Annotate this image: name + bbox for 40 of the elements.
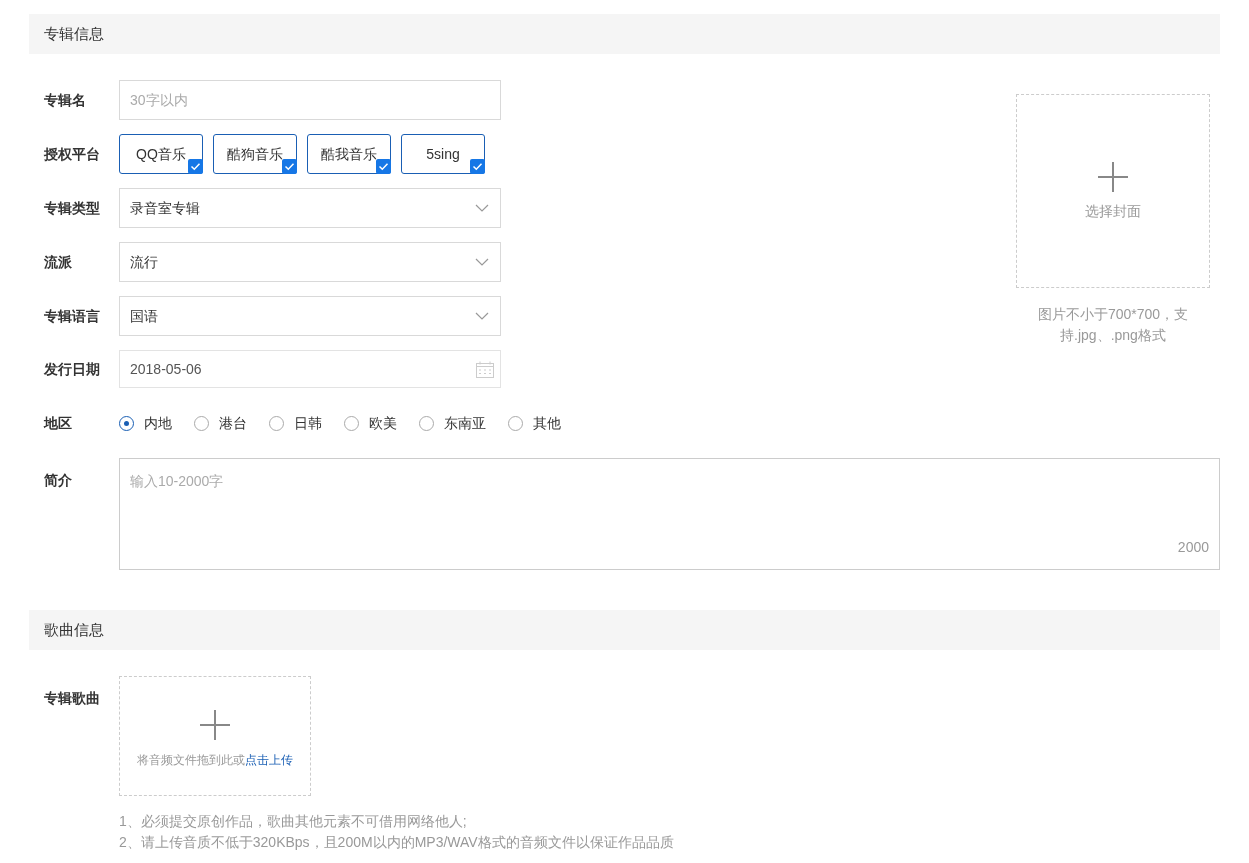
region-radio[interactable]: 港台	[194, 412, 247, 434]
section-header: 专辑信息	[29, 14, 1220, 54]
region-radio[interactable]: 其他	[508, 412, 561, 434]
char-counter: 2000	[1177, 538, 1209, 557]
field-label: 简介	[44, 472, 72, 488]
field-label: 发行日期	[44, 360, 100, 377]
plus-icon	[1097, 160, 1129, 193]
platform-option[interactable]: 酷我音乐	[307, 134, 391, 174]
field-label: 专辑语言	[44, 307, 100, 324]
field-label: 专辑名	[44, 91, 86, 108]
chevron-down-icon	[475, 312, 489, 320]
field-label: 地区	[44, 414, 72, 431]
drop-instruction: 将音频文件拖到此或点击上传	[137, 752, 293, 769]
album-name-input[interactable]: 30字以内	[119, 80, 501, 120]
region-radio[interactable]: 东南亚	[419, 412, 486, 434]
select-dropdown[interactable]: 流行	[119, 242, 501, 282]
field-label: 授权平台	[44, 145, 100, 162]
select-dropdown[interactable]: 国语	[119, 296, 501, 336]
field-label: 专辑歌曲	[44, 690, 100, 706]
platform-option[interactable]: 5sing	[401, 134, 485, 174]
cover-upload-label: 选择封面	[1085, 201, 1141, 221]
select-dropdown[interactable]: 录音室专辑	[119, 188, 501, 228]
calendar-icon	[476, 360, 494, 378]
section-header: 歌曲信息	[29, 610, 1220, 650]
plus-icon	[199, 709, 231, 741]
field-label: 专辑类型	[44, 199, 100, 216]
upload-link[interactable]: 点击上传	[245, 753, 293, 767]
upload-note: 2、请上传音质不低于320KBps，且200M以内的MP3/WAV格式的音频文件以保证作品品质	[119, 833, 674, 852]
region-radio[interactable]: 欧美	[344, 412, 397, 434]
platform-option[interactable]: QQ音乐	[119, 134, 203, 174]
cover-hint: 图片不小于700*700，支持.jpg、.png格式	[1036, 305, 1190, 345]
chevron-down-icon	[475, 204, 489, 212]
region-radio[interactable]: 内地	[119, 412, 172, 434]
platform-option[interactable]: 酷狗音乐	[213, 134, 297, 174]
region-radio[interactable]: 日韩	[269, 412, 322, 434]
audio-drop-zone[interactable]: 将音频文件拖到此或点击上传	[119, 676, 311, 796]
upload-note: 1、必须提交原创作品，歌曲其他元素不可借用网络他人;	[119, 812, 468, 831]
field-label: 流派	[44, 253, 72, 270]
chevron-down-icon	[475, 258, 489, 266]
date-field[interactable]: 2018-05-06	[119, 350, 501, 388]
